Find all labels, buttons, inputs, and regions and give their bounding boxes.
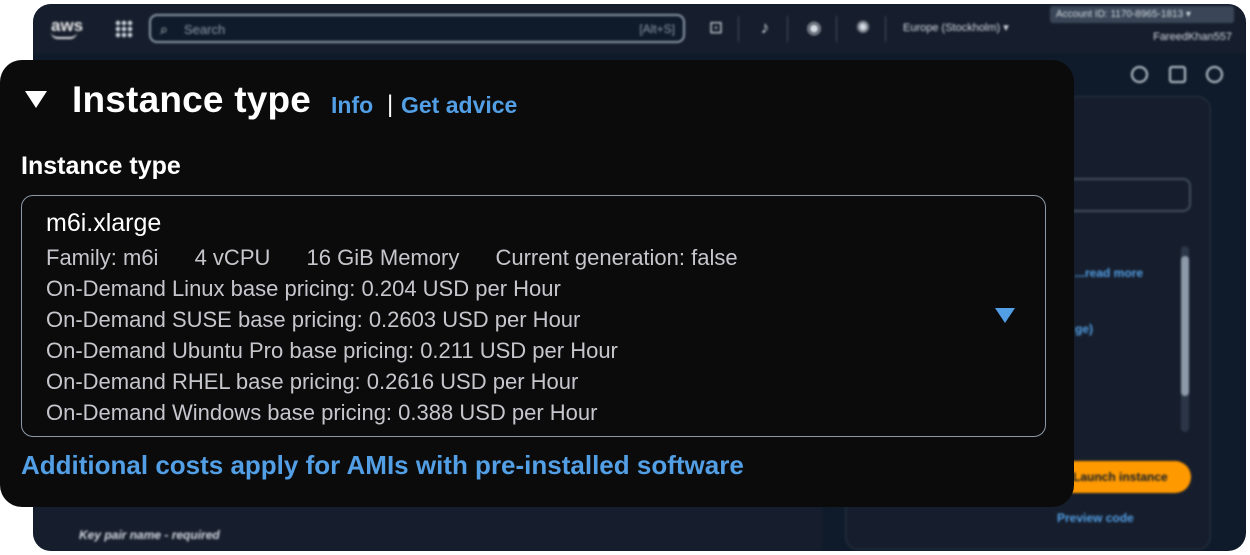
link-separator: | [387,91,394,118]
additional-costs-link[interactable]: Additional costs apply for AMIs with pre… [21,450,744,481]
services-grid-icon[interactable] [115,20,133,38]
collapse-caret-icon[interactable] [25,91,47,108]
cloudshell-icon[interactable]: ⊡ [705,17,727,39]
search-placeholder: Search [184,22,226,37]
nav-divider [787,16,788,42]
scrollbar-thumb[interactable] [1181,256,1189,396]
get-advice-link[interactable]: Get advice [401,92,517,119]
keypair-label: Key pair name - required [79,528,220,542]
pricing-rhel: On-Demand RHEL base pricing: 0.2616 USD … [46,369,579,394]
info-circle-icon[interactable] [1131,66,1148,83]
nav-divider [836,16,837,42]
summary-link[interactable]: ge) [1075,322,1093,336]
aws-logo[interactable]: aws [51,16,83,39]
spec-vcpu: 4 vCPU [194,245,271,270]
preview-code-link[interactable]: Preview code [1057,511,1134,525]
gear-icon[interactable]: ✺ [852,17,874,39]
global-search-input[interactable]: ⌕ Search [Alt+S] [149,14,685,43]
settings-icon[interactable] [1206,66,1223,83]
account-menu[interactable]: Account ID: 1170-8965-1813 ▾ [1050,6,1234,23]
section-title: Instance type [72,79,312,120]
pricing-linux: On-Demand Linux base pricing: 0.204 USD … [46,276,561,301]
bell-icon[interactable]: ♪ [754,17,776,39]
info-link[interactable]: Info [331,92,373,119]
spec-generation: Current generation: false [495,245,738,270]
instance-specs: Family: m6i 4 vCPU 16 GiB Memory Current… [46,245,738,271]
aws-logo-text: aws [51,16,84,35]
region-selector[interactable]: Europe (Stockholm) ▾ [903,21,1009,34]
spec-memory: 16 GiB Memory [306,245,460,270]
selected-instance-type: m6i.xlarge [46,209,162,237]
pricing-ubuntu-pro: On-Demand Ubuntu Pro base pricing: 0.211… [46,338,618,363]
top-navigation: aws ⌕ Search [Alt+S] ⊡ ♪ ◉ ✺ Europe (Sto… [33,4,1246,54]
caret-down-icon[interactable] [995,308,1015,323]
nav-divider [885,16,886,42]
help-icon[interactable]: ◉ [803,17,825,39]
search-shortcut: [Alt+S] [639,22,675,36]
instance-type-select[interactable]: m6i.xlarge Family: m6i 4 vCPU 16 GiB Mem… [21,195,1046,437]
read-more-link[interactable]: ...read more [1075,266,1143,280]
summary-scrollbar[interactable] [1181,246,1189,432]
pricing-windows: On-Demand Windows base pricing: 0.388 US… [46,400,598,425]
instance-type-label: Instance type [21,152,181,180]
instances-count-input[interactable] [1067,178,1191,212]
nav-divider [738,16,739,42]
spec-family: Family: m6i [46,245,159,270]
pricing-suse: On-Demand SUSE base pricing: 0.2603 USD … [46,307,581,332]
feedback-icon[interactable] [1169,66,1186,83]
user-name[interactable]: FareedKhan557 [1153,31,1232,43]
search-icon: ⌕ [160,21,168,37]
